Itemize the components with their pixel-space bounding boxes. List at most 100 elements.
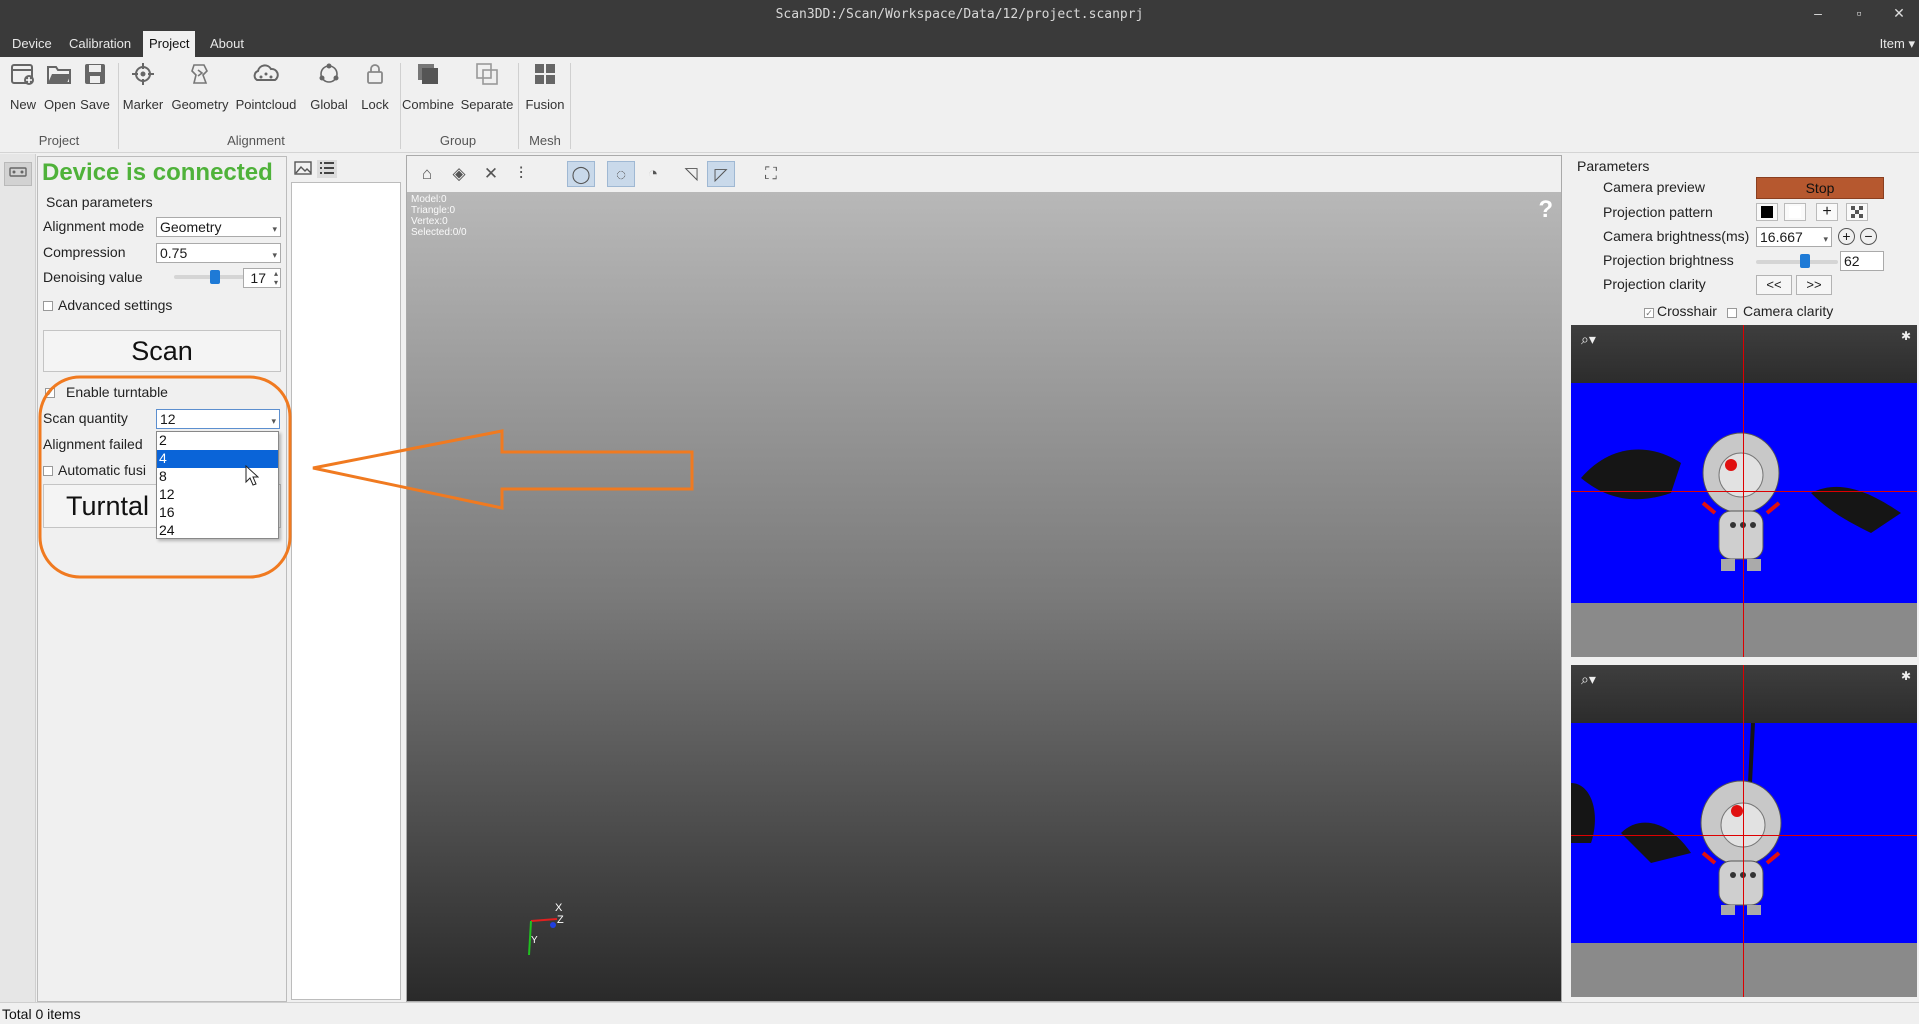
dropdown-option-selected[interactable]: 4: [157, 450, 278, 468]
layers-icon[interactable]: ◈: [445, 161, 473, 187]
menu-about[interactable]: About: [204, 31, 250, 57]
search-icon[interactable]: ⌕▾: [1581, 671, 1596, 688]
crosshair-pattern-icon: +: [1822, 203, 1832, 220]
projection-brightness-label: Projection brightness: [1603, 252, 1734, 268]
new-button[interactable]: New: [8, 61, 38, 112]
chevron-down-icon: ▾: [272, 250, 277, 260]
scanner-panel-tab[interactable]: [4, 162, 32, 186]
pin-icon[interactable]: ✱: [1901, 669, 1911, 683]
lasso-add-icon[interactable]: ◔: [639, 161, 667, 187]
dropdown-option[interactable]: 16: [157, 504, 278, 522]
bounding-box-icon[interactable]: ⛶: [757, 161, 785, 187]
help-icon[interactable]: ?: [1538, 196, 1553, 224]
camera-header: [1571, 325, 1917, 383]
separate-label: Separate: [460, 97, 514, 112]
pattern-cross-button[interactable]: +: [1816, 203, 1838, 221]
automatic-fusion-checkbox[interactable]: [43, 466, 53, 476]
menu-calibration[interactable]: Calibration: [63, 31, 137, 57]
camera-preview-right[interactable]: ⌕▾ ✱: [1571, 665, 1917, 997]
menu-project[interactable]: Project: [143, 31, 196, 57]
menu-device[interactable]: Device: [6, 31, 58, 57]
compression-select[interactable]: 0.75 ▾: [156, 243, 281, 263]
denoising-slider-handle[interactable]: [210, 270, 220, 284]
tools-icon[interactable]: ✕: [477, 161, 505, 187]
fusion-button[interactable]: Fusion: [524, 61, 566, 112]
camera-clarity-checkbox[interactable]: [1727, 308, 1737, 318]
list-view-icon[interactable]: [317, 160, 337, 178]
lasso-icon[interactable]: ◌: [607, 161, 635, 187]
separate-icon: [460, 61, 514, 97]
projection-brightness-slider-handle[interactable]: [1800, 254, 1810, 268]
save-button[interactable]: Save: [80, 61, 110, 112]
model-count: Model:0: [411, 194, 447, 205]
crosshair-vertical: [1743, 665, 1744, 997]
scan-quantity-label: Scan quantity: [43, 410, 128, 426]
search-icon[interactable]: ⌕▾: [1581, 331, 1596, 348]
compression-value: 0.75: [160, 245, 188, 261]
dropdown-option[interactable]: 12: [157, 486, 278, 504]
denoising-label: Denoising value: [43, 269, 143, 285]
enable-turntable-checkbox[interactable]: ✓: [45, 388, 55, 398]
alignment-mode-label: Alignment mode: [43, 218, 145, 234]
image-view-icon[interactable]: [293, 160, 313, 178]
pattern-grid-button[interactable]: [1846, 203, 1868, 221]
camera-clarity-label: Camera clarity: [1743, 303, 1834, 319]
pin-icon[interactable]: ✱: [1901, 329, 1911, 343]
group-separator: [570, 63, 571, 149]
model-info: Model:0 Triangle:0 Vertex:0 Selected:0/0: [411, 194, 467, 238]
geometry-button[interactable]: Geometry: [170, 61, 230, 112]
dropdown-option[interactable]: 24: [157, 522, 278, 540]
item-menu[interactable]: Item ▾: [1880, 31, 1919, 57]
viewport-scene[interactable]: Model:0 Triangle:0 Vertex:0 Selected:0/0…: [407, 192, 1561, 1001]
alignment-mode-select[interactable]: Geometry ▾: [156, 217, 281, 237]
global-button[interactable]: Global: [308, 61, 350, 112]
crosshair-horizontal: [1571, 491, 1917, 492]
dropdown-option[interactable]: 8: [157, 468, 278, 486]
camera-brightness-select[interactable]: 16.667 ▾: [1756, 227, 1832, 247]
denoising-spinbox[interactable]: 17 ▴ ▾: [243, 268, 281, 288]
group-separator: [118, 63, 119, 149]
crosshair-checkbox[interactable]: ✓: [1644, 308, 1654, 318]
restore-button[interactable]: ▫: [1848, 5, 1870, 21]
separate-button[interactable]: Separate: [460, 61, 514, 112]
clarity-next-button[interactable]: >>: [1796, 275, 1832, 295]
minimize-button[interactable]: –: [1807, 5, 1829, 21]
pattern-white-button[interactable]: [1784, 203, 1806, 221]
camera-preview-left[interactable]: ⌕▾ ✱: [1571, 325, 1917, 657]
combine-button[interactable]: Combine: [402, 61, 454, 112]
select-active-icon[interactable]: ◸: [707, 161, 735, 187]
scan-quantity-dropdown[interactable]: 2 4 8 12 16 24: [156, 431, 279, 539]
triangle-count: Triangle:0: [411, 205, 456, 216]
mirror-icon[interactable]: ⫶: [507, 161, 535, 187]
open-folder-icon: [44, 61, 74, 97]
advanced-settings-label: Advanced settings: [58, 297, 173, 313]
save-icon: [80, 61, 110, 97]
axis-y-label: Y: [531, 935, 538, 946]
enable-turntable-label: Enable turntable: [66, 384, 168, 400]
axis-x-label: X: [555, 902, 563, 914]
geometry-icon: [170, 61, 230, 97]
clarity-prev-button[interactable]: <<: [1756, 275, 1792, 295]
close-button[interactable]: ✕: [1888, 5, 1910, 22]
zoom-in-icon[interactable]: +: [1838, 228, 1855, 245]
circle-select-icon[interactable]: ◯: [567, 161, 595, 187]
select-arrow-icon[interactable]: ◹: [677, 161, 705, 187]
camera-brightness-value: 16.667: [1760, 229, 1803, 245]
scan-quantity-select[interactable]: 12 ▾: [156, 409, 280, 429]
marker-icon: [122, 61, 164, 97]
zoom-out-icon[interactable]: −: [1860, 228, 1877, 245]
pattern-black-button[interactable]: [1756, 203, 1778, 221]
lock-button[interactable]: Lock: [359, 61, 391, 112]
home-icon[interactable]: ⌂: [413, 161, 441, 187]
stop-preview-button[interactable]: Stop: [1756, 177, 1884, 199]
advanced-settings-checkbox[interactable]: [43, 301, 53, 311]
projection-brightness-slider-track[interactable]: [1756, 260, 1838, 264]
model-list[interactable]: [291, 182, 401, 1000]
marker-button[interactable]: Marker: [122, 61, 164, 112]
open-button[interactable]: Open: [44, 61, 76, 112]
projection-brightness-input[interactable]: 62: [1840, 251, 1884, 271]
pointcloud-button[interactable]: Pointcloud: [234, 61, 298, 112]
camera-image: [1571, 383, 1917, 603]
dropdown-option[interactable]: 2: [157, 432, 278, 450]
scan-button[interactable]: Scan: [43, 330, 281, 372]
